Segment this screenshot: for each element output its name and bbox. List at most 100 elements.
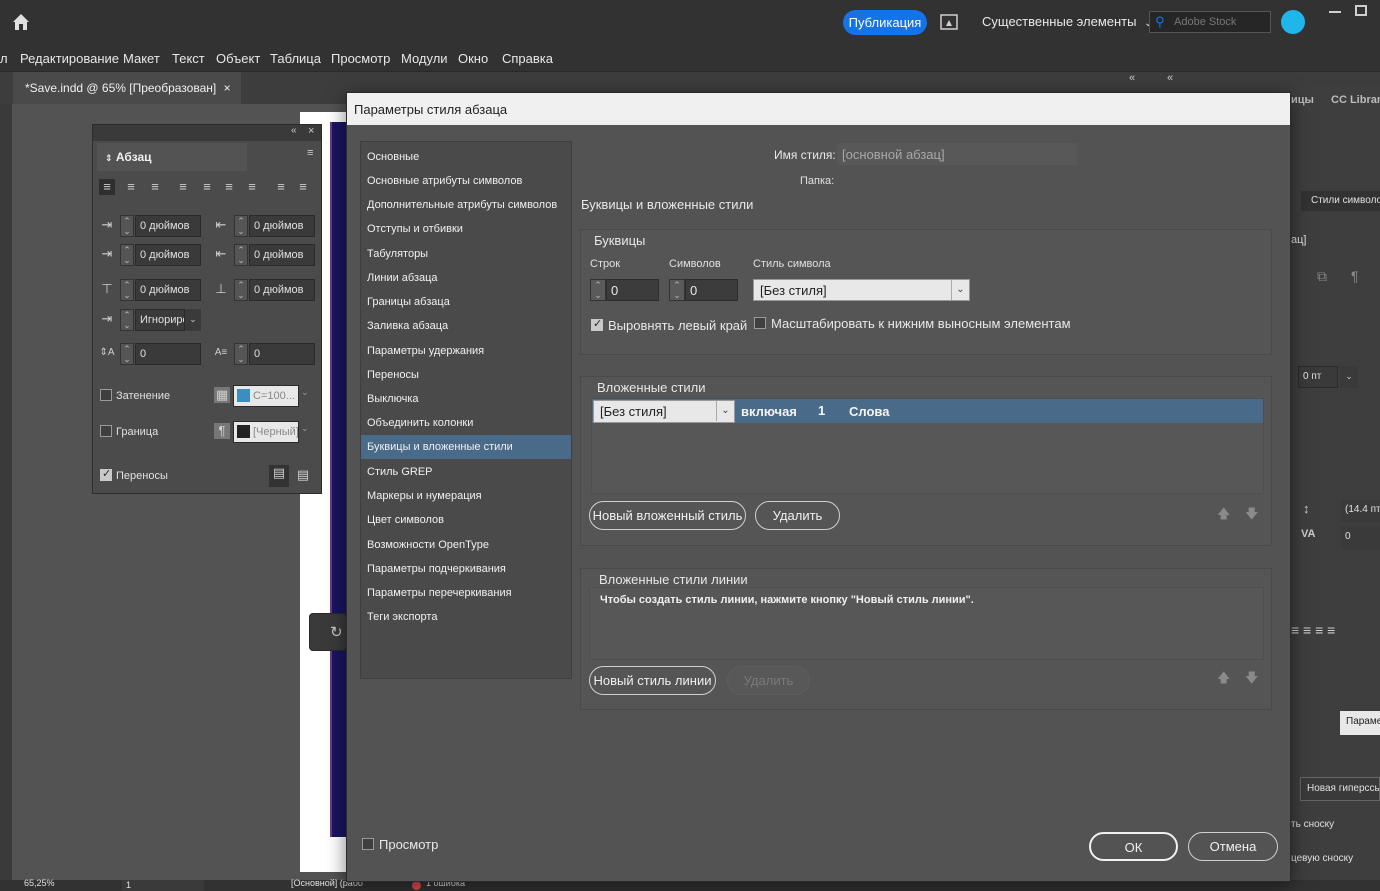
category-item[interactable]: Основные атрибуты символов: [361, 169, 571, 193]
pilcrow-icon[interactable]: ¶: [1351, 268, 1359, 284]
category-item[interactable]: Линии абзаца: [361, 266, 571, 290]
category-item[interactable]: Параметры удержания: [361, 339, 571, 363]
nested-style-row[interactable]: [Без стиля] ⌄ включая 1 Слова: [592, 399, 1263, 423]
workspace-switcher[interactable]: Существенные элементы ⌄: [982, 14, 1152, 29]
category-item[interactable]: Переносы: [361, 363, 571, 387]
new-style-icon[interactable]: ⧉: [1317, 268, 1327, 285]
char-style-select[interactable]: [Без стиля] ⌄: [753, 279, 970, 301]
home-icon[interactable]: [11, 12, 31, 32]
page-rotate-widget[interactable]: ↻: [309, 613, 347, 651]
right-indent-stepper[interactable]: ⌃ ⌄: [234, 215, 248, 237]
left-indent-field[interactable]: 0 дюймов: [135, 215, 201, 237]
move-up-icon[interactable]: 🡅: [1217, 505, 1230, 527]
nested-unit-label[interactable]: Слова: [849, 404, 889, 419]
left-indent-stepper[interactable]: ⌃ ⌄: [120, 215, 134, 237]
menu-plugins[interactable]: Модули: [401, 51, 448, 66]
category-item[interactable]: Отступы и отбивки: [361, 217, 571, 241]
delete-nested-style-button[interactable]: Удалить: [755, 501, 840, 530]
align-center-icon[interactable]: ≡: [123, 179, 139, 195]
collapse-icon[interactable]: «: [291, 125, 297, 136]
dialog-title[interactable]: Параметры стиля абзаца: [347, 93, 1290, 125]
drop-cap-lines-stepper[interactable]: ⌃ ⌄: [590, 279, 606, 301]
category-item[interactable]: Теги экспорта: [361, 605, 571, 629]
paragraph-panel-header[interactable]: « ×: [93, 125, 321, 141]
drop-cap-chars-field[interactable]: 0: [685, 279, 738, 301]
preview-checkbox[interactable]: [362, 838, 374, 850]
justify-left-icon[interactable]: ≡: [175, 179, 191, 195]
drop-cap-lines-field[interactable]: 0: [135, 343, 201, 365]
align-grid-stepper[interactable]: ⌃ ⌄: [120, 309, 134, 331]
panel-tab-cc-libraries[interactable]: CC Librari: [1331, 94, 1380, 106]
minimize-icon[interactable]: [1329, 3, 1341, 13]
menu-type[interactable]: Текст: [172, 51, 205, 66]
category-item[interactable]: Объединить колонки: [361, 411, 571, 435]
align-grid-select[interactable]: Игнориров: [135, 309, 185, 331]
justify-center-icon[interactable]: ≡: [199, 179, 215, 195]
collapse-left-icon[interactable]: «: [1129, 72, 1135, 84]
category-item[interactable]: Параметры перечеркивания: [361, 581, 571, 605]
align-away-spine-icon[interactable]: ≡: [295, 179, 311, 195]
category-item[interactable]: Заливка абзаца: [361, 314, 571, 338]
leading-field[interactable]: (14.4 пт: [1341, 500, 1380, 522]
zoom-level[interactable]: 65,25%: [24, 878, 55, 888]
collapse-right-icon[interactable]: «: [1167, 72, 1173, 84]
menu-window[interactable]: Окно: [458, 51, 488, 66]
pt-field[interactable]: 0 пт: [1298, 366, 1338, 388]
move-down-icon[interactable]: 🡇: [1245, 669, 1258, 691]
last-line-indent-field[interactable]: 0 дюймов: [249, 244, 315, 266]
ok-button[interactable]: ОК: [1089, 832, 1178, 861]
align-toward-spine-icon[interactable]: ≡: [273, 179, 289, 195]
chevron-down-icon[interactable]: ⌄: [185, 309, 201, 331]
shading-checkbox[interactable]: [100, 389, 112, 401]
shading-color-select[interactable]: C=100...: [233, 385, 299, 407]
align-justify-icon[interactable]: ≡ ≡ ≡ ≡: [1291, 622, 1335, 638]
border-settings-icon[interactable]: ¶: [214, 423, 230, 439]
nested-count-label[interactable]: 1: [818, 403, 825, 418]
nested-through-label[interactable]: включая: [741, 404, 797, 419]
creative-cloud-icon[interactable]: [1281, 10, 1305, 34]
category-item[interactable]: Стиль GREP: [361, 460, 571, 484]
category-item[interactable]: Основные: [361, 145, 571, 169]
cancel-button[interactable]: Отмена: [1188, 832, 1278, 861]
columns-icon[interactable]: ▤: [269, 465, 289, 487]
new-hyperlink-button[interactable]: Новая гиперссыл: [1300, 777, 1380, 801]
first-line-indent-field[interactable]: 0 дюймов: [135, 244, 201, 266]
close-icon[interactable]: ×: [308, 125, 314, 137]
menu-layout[interactable]: Макет: [123, 51, 160, 66]
align-left-icon[interactable]: ≡: [99, 179, 115, 195]
shading-settings-icon[interactable]: ▦: [214, 387, 230, 403]
page-number-field[interactable]: 1: [122, 880, 204, 891]
chevron-down-icon[interactable]: ⌄: [1340, 366, 1358, 388]
justify-right-icon[interactable]: ≡: [221, 179, 237, 195]
category-item[interactable]: Маркеры и нумерация: [361, 484, 571, 508]
menu-file[interactable]: л: [0, 51, 8, 66]
menu-table[interactable]: Таблица: [270, 51, 321, 66]
insert-endnote-link[interactable]: цевую сноску: [1291, 853, 1353, 864]
category-item-selected[interactable]: Буквицы и вложенные стили: [361, 435, 571, 459]
close-icon[interactable]: ×: [224, 81, 231, 95]
move-up-icon[interactable]: 🡅: [1217, 669, 1230, 691]
publish-button[interactable]: Публикация: [843, 10, 927, 35]
paragraph-panel-tab[interactable]: ⇕ Абзац: [97, 143, 247, 171]
menu-object[interactable]: Объект: [216, 51, 260, 66]
document-tab[interactable]: *Save.indd @ 65% [Преобразован] ×: [13, 72, 241, 104]
stock-search-input[interactable]: ⚲ Adobe Stock: [1149, 11, 1271, 33]
insert-footnote-link[interactable]: ть сноску: [1291, 819, 1334, 830]
category-item[interactable]: Выключка: [361, 387, 571, 411]
drop-cap-chars-stepper[interactable]: ⌃ ⌄: [234, 343, 248, 365]
kerning-field[interactable]: 0: [1341, 527, 1380, 549]
border-color-select[interactable]: [Черный]: [233, 421, 299, 443]
category-item[interactable]: Параметры подчеркивания: [361, 557, 571, 581]
hyphenate-checkbox[interactable]: [100, 467, 112, 481]
share-screen-icon[interactable]: [940, 13, 958, 31]
nested-style-select[interactable]: [Без стиля] ⌄: [593, 400, 735, 423]
category-item[interactable]: Табуляторы: [361, 242, 571, 266]
new-line-style-button[interactable]: Новый стиль линии: [589, 666, 716, 695]
restore-icon[interactable]: [1355, 5, 1367, 16]
drop-cap-chars-stepper[interactable]: ⌃ ⌄: [669, 279, 685, 301]
menu-view[interactable]: Просмотр: [331, 51, 390, 66]
char-styles-tab[interactable]: Стили символов: [1301, 191, 1380, 211]
drop-cap-lines-stepper[interactable]: ⌃ ⌄: [120, 343, 134, 365]
split-columns-icon[interactable]: ▤: [295, 467, 311, 483]
panel-menu-icon[interactable]: ≡: [307, 147, 313, 159]
